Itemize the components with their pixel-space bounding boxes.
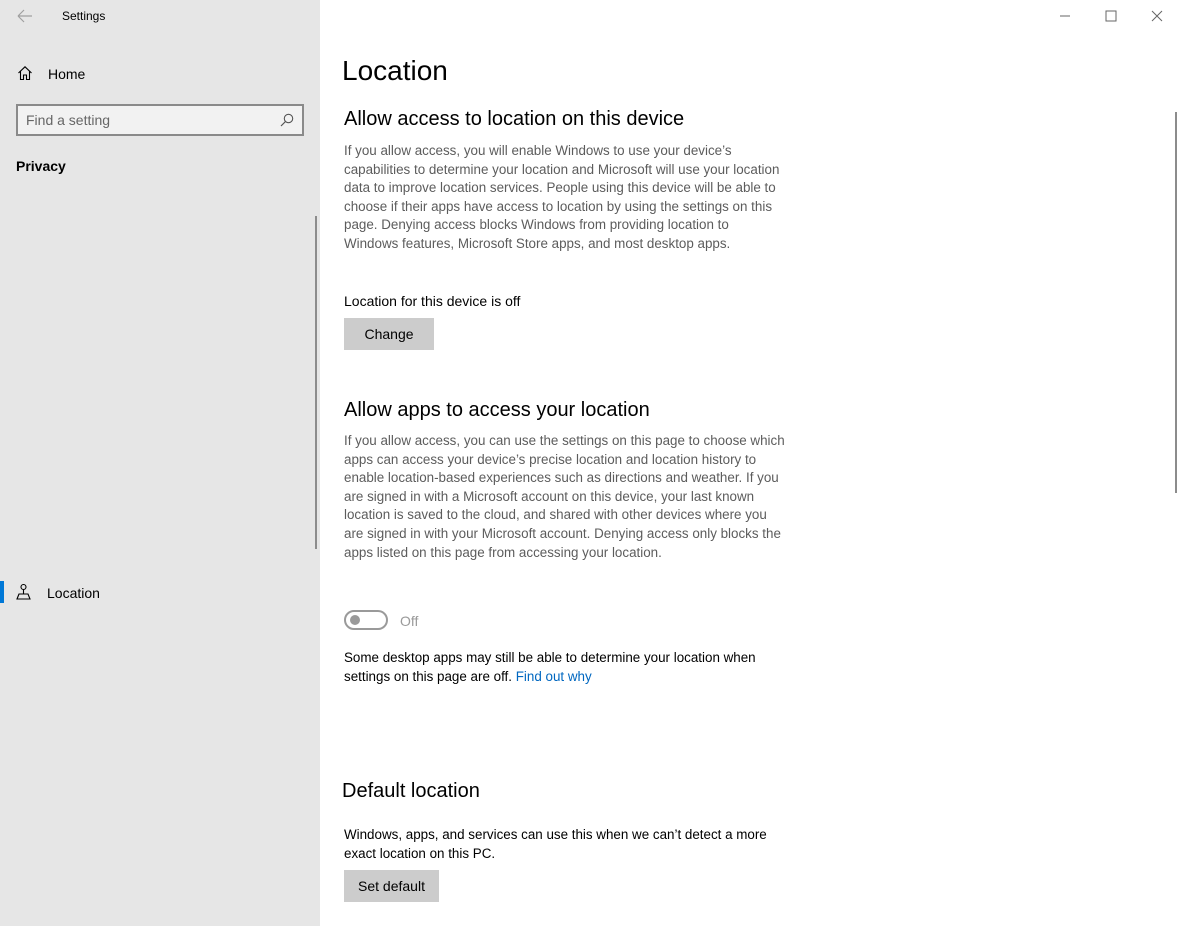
default-location-heading: Default location (342, 780, 480, 802)
change-button[interactable]: Change (344, 318, 434, 350)
page-title: Location (342, 55, 448, 86)
default-location-description: Windows, apps, and services can use this… (344, 827, 767, 861)
minimize-icon (1060, 15, 1070, 17)
location-icon (16, 583, 31, 600)
device-location-status: Location for this device is off (344, 293, 521, 309)
close-button[interactable] (1133, 0, 1179, 32)
sidebar-section-title: Privacy (16, 158, 66, 174)
desktop-apps-note: Some desktop apps may still be able to d… (344, 649, 786, 686)
toggle-knob (350, 615, 360, 625)
search-box[interactable] (16, 104, 304, 136)
minimize-button[interactable] (1041, 0, 1087, 32)
sidebar-item-location-label: Location (47, 585, 100, 601)
sidebar-item-home-label: Home (48, 66, 86, 82)
find-out-why-link[interactable]: Find out why (516, 669, 592, 684)
sidebar-item-home[interactable]: Home (0, 60, 320, 88)
window-title: Settings (62, 9, 106, 23)
back-arrow-icon (17, 9, 32, 23)
device-access-description: If you allow access, you will enable Win… (344, 143, 780, 251)
sidebar-item-location[interactable]: Location (0, 578, 320, 606)
apps-location-toggle[interactable] (344, 610, 388, 630)
main-scrollbar[interactable] (1175, 112, 1177, 493)
maximize-icon (1105, 10, 1117, 22)
search-input[interactable] (26, 106, 266, 134)
apps-access-description: If you allow access, you can use the set… (344, 433, 785, 560)
device-access-heading: Allow access to location on this device (344, 108, 685, 130)
toggle-state-label: Off (400, 613, 419, 629)
sidebar-scrollbar[interactable] (315, 216, 317, 549)
sidebar: Settings Home Privacy Location (0, 0, 320, 926)
search-icon[interactable] (280, 113, 294, 127)
selection-indicator (0, 581, 4, 603)
close-icon (1151, 10, 1163, 22)
back-button[interactable] (14, 6, 36, 26)
apps-access-heading: Allow apps to access your location (344, 399, 650, 421)
set-default-button[interactable]: Set default (344, 870, 439, 902)
maximize-button[interactable] (1087, 0, 1133, 32)
home-icon (18, 66, 32, 81)
